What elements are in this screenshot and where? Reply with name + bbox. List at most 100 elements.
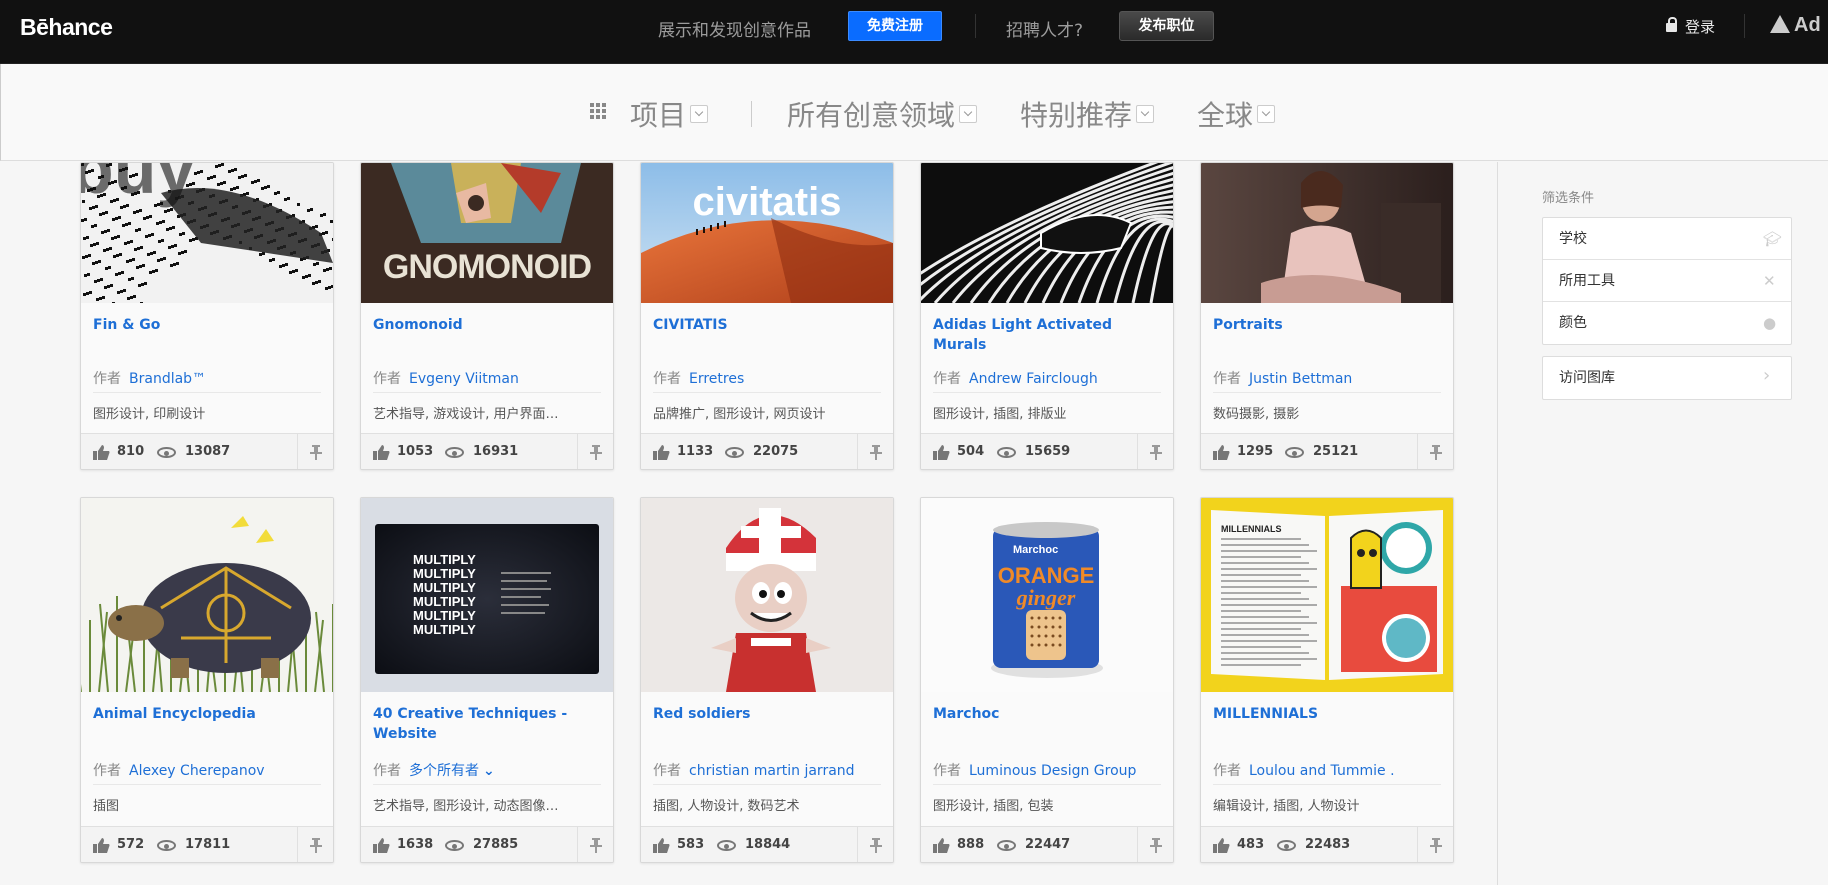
save-to-collection-button[interactable] xyxy=(297,827,333,862)
project-cover[interactable]: MILLENNIALS xyxy=(1201,498,1453,692)
divider xyxy=(933,392,1161,393)
owner-link[interactable]: Evgeny Viitman xyxy=(409,371,519,387)
project-cover[interactable] xyxy=(1201,163,1453,303)
chevron-down-icon[interactable]: ⌄ xyxy=(483,763,495,779)
project-card[interactable]: civitatis CIVITATIS 作者 Erretres 品牌推广, 图形设… xyxy=(640,162,894,470)
views-count: 18844 xyxy=(745,837,791,852)
sort-dropdown[interactable]: 特别推荐 xyxy=(1020,94,1155,134)
visit-gallery-link[interactable]: 访问图库 › xyxy=(1543,357,1791,399)
filter-tools-label: 所用工具 xyxy=(1559,273,1615,289)
behance-logo[interactable]: Bēhance xyxy=(20,14,113,41)
save-to-collection-button[interactable] xyxy=(857,827,893,862)
project-thumbnail xyxy=(921,163,1173,303)
project-card[interactable]: MULTIPLY MULTIPLY MULTIPLY MULTIPLY MULTIPLY… xyxy=(360,497,614,863)
thumbs-up-icon xyxy=(933,445,950,460)
project-owner: 作者 Luminous Design Group xyxy=(933,760,1136,780)
project-thumbnail xyxy=(81,498,333,692)
owner-link[interactable]: Alexey Cherepanov xyxy=(129,763,265,779)
project-fields[interactable]: 编辑设计, 插图, 人物设计 xyxy=(1213,795,1443,814)
project-cover[interactable] xyxy=(921,163,1173,303)
chevron-down-icon xyxy=(690,105,709,123)
chevron-down-icon xyxy=(959,105,978,123)
project-fields[interactable]: 数码摄影, 摄影 xyxy=(1213,403,1443,422)
svg-text:MULTIPLY: MULTIPLY xyxy=(413,580,476,595)
project-title[interactable]: Red soldiers xyxy=(653,704,883,724)
project-card[interactable]: Red soldiers 作者 christian martin jarrand … xyxy=(640,497,894,863)
project-fields[interactable]: 艺术指导, 游戏设计, 用户界面… xyxy=(373,403,603,422)
creative-fields-dropdown[interactable]: 所有创意领域 xyxy=(787,94,978,134)
content-type-dropdown[interactable]: 项目 xyxy=(630,94,709,134)
project-title[interactable]: MILLENNIALS xyxy=(1213,704,1443,724)
visit-gallery-label: 访问图库 xyxy=(1559,370,1615,386)
project-title[interactable]: Marchoc xyxy=(933,704,1163,724)
appreciations-count: 504 xyxy=(957,444,985,459)
project-fields[interactable]: 图形设计, 插图, 包装 xyxy=(933,795,1163,814)
save-to-collection-button[interactable] xyxy=(577,434,613,469)
project-cover[interactable]: civitatis xyxy=(641,163,893,303)
save-to-collection-button[interactable] xyxy=(1417,434,1453,469)
save-to-collection-button[interactable] xyxy=(297,434,333,469)
project-cover[interactable]: MULTIPLY MULTIPLY MULTIPLY MULTIPLY MULTIPLY… xyxy=(361,498,613,692)
save-to-collection-button[interactable] xyxy=(1417,827,1453,862)
owner-link[interactable]: christian martin jarrand xyxy=(689,763,855,779)
save-to-collection-button[interactable] xyxy=(577,827,613,862)
owner-link[interactable]: Erretres xyxy=(689,371,744,387)
svg-text:MULTIPLY: MULTIPLY xyxy=(413,622,476,637)
owner-link[interactable]: Loulou and Tummie . xyxy=(1249,763,1395,779)
adobe-label: Ad xyxy=(1794,14,1821,36)
eye-icon xyxy=(157,840,176,851)
project-card[interactable]: GNOMONOID Gnomonoid 作者 Evgeny Viitman 艺术指… xyxy=(360,162,614,470)
owner-link[interactable]: Brandlab™ xyxy=(129,371,206,387)
project-fields[interactable]: 插图 xyxy=(93,795,323,814)
filter-school[interactable]: 学校 🎓︎ xyxy=(1543,218,1791,260)
svg-text:MULTIPLY: MULTIPLY xyxy=(413,594,476,609)
project-fields[interactable]: 图形设计, 印刷设计 xyxy=(93,403,323,422)
filter-color[interactable]: 颜色 ● xyxy=(1543,302,1791,344)
project-title[interactable]: Gnomonoid xyxy=(373,315,603,335)
divider xyxy=(373,784,601,785)
project-fields[interactable]: 插图, 人物设计, 数码艺术 xyxy=(653,795,883,814)
project-title[interactable]: Fin & Go xyxy=(93,315,323,335)
project-card[interactable]: Animal Encyclopedia 作者 Alexey Cherepanov … xyxy=(80,497,334,863)
owner-link[interactable]: 多个所有者 xyxy=(409,763,479,779)
owner-link[interactable]: Luminous Design Group xyxy=(969,763,1136,779)
project-card[interactable]: Adidas Light Activated Murals 作者 Andrew F… xyxy=(920,162,1174,470)
project-stats: 1295 25121 xyxy=(1201,433,1453,469)
post-job-button[interactable]: 发布职位 xyxy=(1119,11,1214,41)
project-fields[interactable]: 艺术指导, 图形设计, 动态图像… xyxy=(373,795,603,814)
project-card[interactable]: Portraits 作者 Justin Bettman 数码摄影, 摄影 1295… xyxy=(1200,162,1454,470)
filter-school-label: 学校 xyxy=(1559,231,1587,247)
hire-prompt: 招聘人才? xyxy=(1006,21,1084,41)
project-owner: 作者 Alexey Cherepanov xyxy=(93,760,265,780)
project-cover[interactable] xyxy=(641,498,893,692)
project-card[interactable]: buy Fin & Go 作者 Brandlab™ 图形设计, 印刷设计 810 … xyxy=(80,162,334,470)
project-card[interactable]: Marchoc ORANGE ginger Marchoc 作者 Luminous D… xyxy=(920,497,1174,863)
eye-icon xyxy=(445,447,464,458)
save-to-collection-button[interactable] xyxy=(857,434,893,469)
project-cover[interactable]: buy xyxy=(81,163,333,303)
filter-tools[interactable]: 所用工具 ✕ xyxy=(1543,260,1791,302)
project-title[interactable]: Adidas Light Activated Murals xyxy=(933,315,1163,355)
signup-button[interactable]: 免费注册 xyxy=(848,11,942,41)
project-title[interactable]: CIVITATIS xyxy=(653,315,883,335)
pin-icon xyxy=(310,838,322,853)
save-to-collection-button[interactable] xyxy=(1137,434,1173,469)
owner-link[interactable]: Justin Bettman xyxy=(1249,371,1352,387)
project-title[interactable]: Animal Encyclopedia xyxy=(93,704,323,724)
adobe-link[interactable]: Ad xyxy=(1770,14,1821,37)
project-cover[interactable]: Marchoc ORANGE ginger xyxy=(921,498,1173,692)
save-to-collection-button[interactable] xyxy=(1137,827,1173,862)
appreciations-count: 1638 xyxy=(397,837,434,852)
owner-link[interactable]: Andrew Fairclough xyxy=(969,371,1098,387)
project-fields[interactable]: 图形设计, 插图, 排版业 xyxy=(933,403,1163,422)
project-fields[interactable]: 品牌推广, 图形设计, 网页设计 xyxy=(653,403,883,422)
login-link[interactable]: 登录 xyxy=(1666,16,1715,37)
project-title[interactable]: 40 Creative Techniques - Website xyxy=(373,704,603,744)
project-cover[interactable]: GNOMONOID xyxy=(361,163,613,303)
project-card[interactable]: MILLENNIALS MILLENNIALS 作者 Loulou and Tum… xyxy=(1200,497,1454,863)
project-title[interactable]: Portraits xyxy=(1213,315,1443,335)
sidebar-divider xyxy=(1497,162,1498,885)
region-dropdown[interactable]: 全球 xyxy=(1197,94,1276,134)
project-cover[interactable] xyxy=(81,498,333,692)
svg-text:ginger: ginger xyxy=(1016,585,1076,610)
